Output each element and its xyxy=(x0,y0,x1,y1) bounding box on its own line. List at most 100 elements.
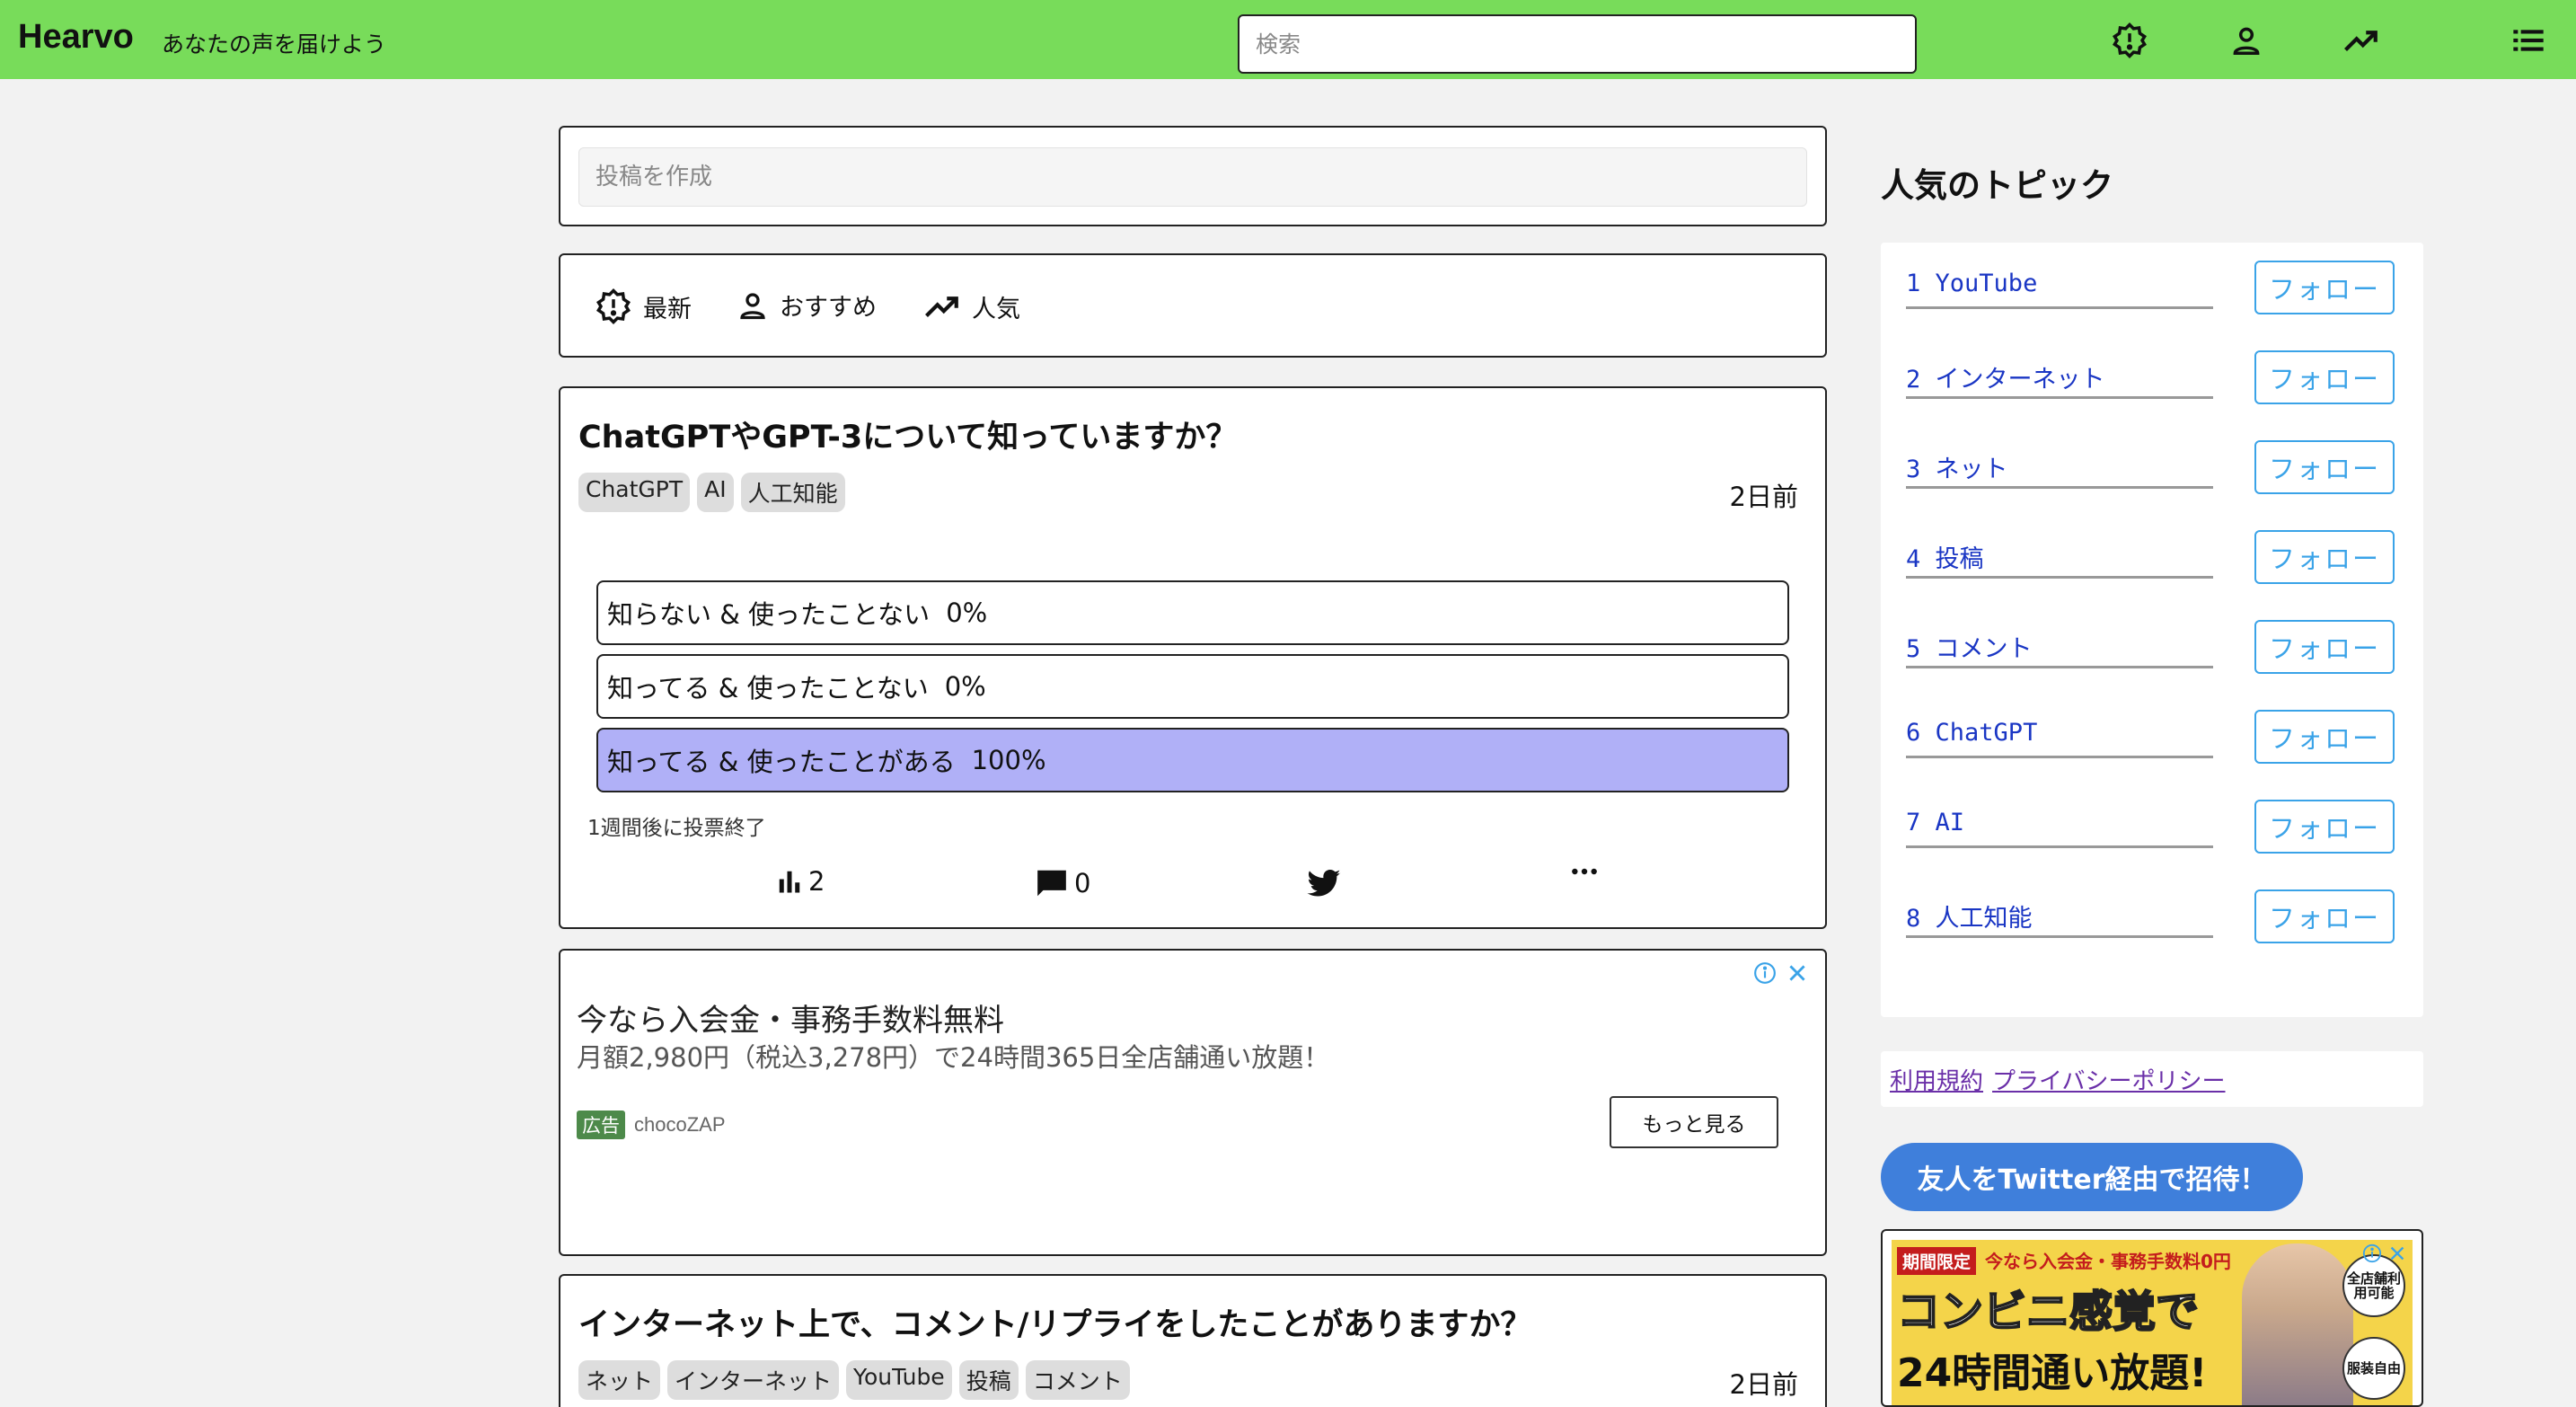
tag[interactable]: AI xyxy=(697,473,734,512)
ad-label: 広告 xyxy=(577,1111,625,1139)
topic-link[interactable]: 3 ネット xyxy=(1906,449,2008,484)
post-tags: ChatGPT AI 人工知能 xyxy=(578,473,845,512)
ad-advertiser: chocoZAP xyxy=(634,1113,726,1136)
poll-option[interactable]: 知らない & 使ったことない 0% xyxy=(596,580,1789,645)
poll-option-percent: 0% xyxy=(944,671,986,702)
tagline: あなたの声を届けよう xyxy=(162,31,387,58)
topic-item: 5 コメント xyxy=(1906,620,2213,668)
ad2-badge: 服装自由 xyxy=(2342,1337,2405,1400)
ad-card: 今なら入会金・事務手数料無料 月額2,980円（税込3,278円）で24時間36… xyxy=(559,949,1827,1256)
ad-cta-button[interactable]: もっと見る xyxy=(1610,1096,1778,1148)
topic-link[interactable]: 5 コメント xyxy=(1906,629,2033,664)
tab-latest-label: 最新 xyxy=(643,295,692,323)
more-options-button[interactable] xyxy=(1570,866,1599,877)
ad2-headline-2: 24時間通い放題! xyxy=(1897,1350,2208,1396)
topic-link[interactable]: 1 YouTube xyxy=(1906,270,2037,297)
follow-button[interactable]: フォロー xyxy=(2254,440,2395,494)
ad-controls xyxy=(1753,961,1809,985)
topic-item: 8 人工知能 xyxy=(1906,889,2213,938)
info-icon[interactable] xyxy=(2362,1243,2382,1263)
user-icon[interactable] xyxy=(2226,20,2267,61)
post-time: 2日前 xyxy=(1729,1369,1798,1400)
new-alert-icon xyxy=(596,288,631,324)
topic-item: 1 YouTube xyxy=(1906,261,2213,309)
poll-option-percent: 0% xyxy=(946,597,988,628)
new-alert-icon[interactable] xyxy=(2109,20,2150,61)
follow-button[interactable]: フォロー xyxy=(2254,261,2395,314)
topic-item: 6 ChatGPT xyxy=(1906,710,2213,758)
topic-item: 3 ネット xyxy=(1906,440,2213,489)
compose-card xyxy=(559,126,1827,226)
tag[interactable]: コメント xyxy=(1025,1360,1130,1400)
close-icon[interactable] xyxy=(2387,1243,2407,1263)
trending-icon[interactable] xyxy=(2341,20,2382,61)
topic-link[interactable]: 7 AI xyxy=(1906,809,1964,836)
follow-button[interactable]: フォロー xyxy=(2254,530,2395,584)
twitter-share-button[interactable] xyxy=(1304,866,1344,902)
follow-button[interactable]: フォロー xyxy=(2254,800,2395,854)
topic-link[interactable]: 8 人工知能 xyxy=(1906,898,2033,934)
ad2-controls xyxy=(2362,1243,2407,1263)
post-tags: ネット インターネット YouTube 投稿 コメント xyxy=(578,1360,1130,1400)
tag[interactable]: 投稿 xyxy=(958,1360,1019,1400)
post-title[interactable]: ChatGPTやGPT-3について知っていますか？ xyxy=(578,411,1237,457)
sidebar-ad[interactable]: 期間限定 今なら入会金・事務手数料0円 コンビニ感覚で 24時間通い放題! 全店… xyxy=(1881,1229,2423,1407)
popular-topics-title: 人気のトピック xyxy=(1881,166,2113,205)
tab-recommended[interactable]: おすすめ xyxy=(737,288,877,323)
votes-button[interactable]: 2 xyxy=(776,866,825,897)
poll-option-label: 知らない & 使ったことない xyxy=(607,599,931,630)
follow-button[interactable]: フォロー xyxy=(2254,620,2395,674)
follow-button[interactable]: フォロー xyxy=(2254,350,2395,404)
follow-button[interactable]: フォロー xyxy=(2254,710,2395,764)
footer-links: 利用規約 プライバシーポリシー xyxy=(1881,1051,2423,1107)
tag[interactable]: ネット xyxy=(578,1360,661,1400)
logo[interactable]: Hearvo xyxy=(18,18,134,57)
tab-popular-label: 人気 xyxy=(972,295,1020,323)
topic-link[interactable]: 6 ChatGPT xyxy=(1906,719,2037,747)
topic-item: 4 投稿 xyxy=(1906,530,2213,579)
post-card: ChatGPTやGPT-3について知っていますか？ ChatGPT AI 人工知… xyxy=(559,386,1827,929)
ad2-top-text: 今なら入会金・事務手数料0円 xyxy=(1985,1251,2231,1272)
follow-button[interactable]: フォロー xyxy=(2254,889,2395,943)
tag[interactable]: ChatGPT xyxy=(578,473,691,512)
compose-input[interactable] xyxy=(578,147,1807,207)
topic-link[interactable]: 2 インターネット xyxy=(1906,359,2105,394)
tab-latest[interactable]: 最新 xyxy=(595,288,692,325)
ad-source: 広告 chocoZAP xyxy=(577,1111,726,1139)
comments-count: 0 xyxy=(1074,868,1091,898)
comments-button[interactable]: 0 xyxy=(1035,866,1090,900)
poll-option-percent: 100% xyxy=(971,745,1046,775)
post-time: 2日前 xyxy=(1729,482,1798,512)
topic-link[interactable]: 4 投稿 xyxy=(1906,539,1984,574)
terms-link[interactable]: 利用規約 xyxy=(1890,1063,1983,1096)
comment-icon xyxy=(1037,870,1066,897)
info-icon[interactable] xyxy=(1753,961,1777,985)
poll-option-selected[interactable]: 知ってる & 使ったことがある 100% xyxy=(596,728,1789,792)
tag[interactable]: インターネット xyxy=(667,1360,840,1400)
vote-end-text: 1週間後に投票終了 xyxy=(587,817,766,840)
poll-option-label: 知ってる & 使ったことがある xyxy=(607,747,956,777)
search-input[interactable] xyxy=(1238,14,1917,74)
poll-option-label: 知ってる & 使ったことない xyxy=(607,673,929,704)
popular-topics-list: 1 YouTube フォロー 2 インターネット フォロー 3 ネット フォロー… xyxy=(1881,243,2423,1017)
ad-headline[interactable]: 今なら入会金・事務手数料無料 xyxy=(577,996,1004,1040)
sidebar-ad-banner: 期間限定 今なら入会金・事務手数料0円 コンビニ感覚で 24時間通い放題! 全店… xyxy=(1892,1240,2413,1405)
bar-chart-icon xyxy=(779,871,800,893)
tab-recommended-label: おすすめ xyxy=(780,294,877,322)
user-icon xyxy=(740,292,765,319)
menu-list-icon[interactable] xyxy=(2508,20,2549,61)
ad2-tag: 期間限定 xyxy=(1897,1247,1977,1275)
topic-item: 2 インターネット xyxy=(1906,350,2213,399)
close-icon[interactable] xyxy=(1786,961,1809,985)
ad2-headline: コンビニ感覚で xyxy=(1896,1286,2200,1338)
tag[interactable]: YouTube xyxy=(846,1360,952,1400)
invite-twitter-button[interactable]: 友人をTwitter経由で招待！ xyxy=(1881,1143,2303,1211)
tag[interactable]: 人工知能 xyxy=(740,473,845,512)
ad2-model-image xyxy=(2242,1243,2353,1405)
poll-option[interactable]: 知ってる & 使ったことない 0% xyxy=(596,654,1789,719)
post-title[interactable]: インターネット上で、コメント/リプライをしたことがありますか？ xyxy=(578,1299,1531,1345)
tab-popular[interactable]: 人気 xyxy=(923,288,1020,325)
privacy-link[interactable]: プライバシーポリシー xyxy=(1992,1063,2225,1096)
votes-count: 2 xyxy=(808,866,825,897)
ad2-badge: 全店舗利用可能 xyxy=(2342,1254,2405,1317)
